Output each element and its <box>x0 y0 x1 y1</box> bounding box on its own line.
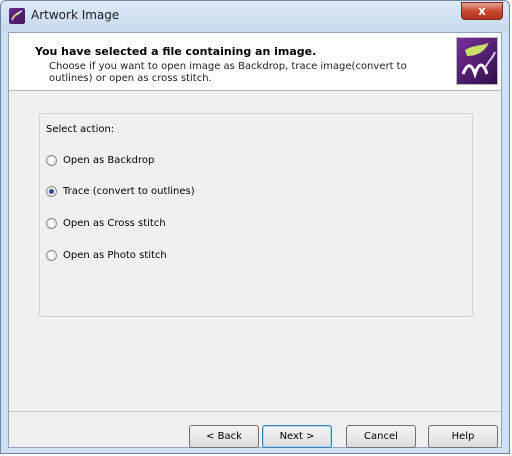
option-label: Open as Photo stitch <box>63 249 167 261</box>
header-description: Choose if you want to open image as Back… <box>49 61 407 84</box>
option-open-as-cross-stitch[interactable]: Open as Cross stitch <box>46 215 166 231</box>
option-open-as-photo-stitch[interactable]: Open as Photo stitch <box>46 247 167 263</box>
option-label: Trace (convert to outlines) <box>63 185 195 197</box>
title-bar[interactable]: Artwork Image x <box>1 1 509 32</box>
option-open-as-backdrop[interactable]: Open as Backdrop <box>46 152 154 168</box>
app-icon <box>9 8 25 24</box>
cancel-button[interactable]: Cancel <box>346 425 416 448</box>
wizard-header: You have selected a file containing an i… <box>9 33 501 91</box>
radio-button[interactable] <box>46 249 57 261</box>
help-button[interactable]: Help <box>428 425 498 448</box>
leaf-logo-icon <box>456 37 498 85</box>
back-button[interactable]: < Back <box>189 425 259 448</box>
radio-button[interactable] <box>46 217 57 229</box>
option-label: Open as Cross stitch <box>63 217 166 229</box>
dialog-window: Artwork Image x You have selected a file… <box>0 0 510 454</box>
radio-button[interactable] <box>46 154 57 166</box>
radio-button-selected[interactable] <box>46 185 57 197</box>
dialog-client-area: You have selected a file containing an i… <box>8 32 502 448</box>
option-trace[interactable]: Trace (convert to outlines) <box>46 183 195 199</box>
next-button[interactable]: Next > <box>262 425 332 448</box>
header-title: You have selected a file containing an i… <box>35 45 317 58</box>
close-button[interactable]: x <box>461 2 503 20</box>
option-label: Open as Backdrop <box>63 154 155 166</box>
footer-separator <box>9 411 501 412</box>
select-action-label: Select action: <box>46 124 115 135</box>
window-title: Artwork Image <box>31 8 120 22</box>
